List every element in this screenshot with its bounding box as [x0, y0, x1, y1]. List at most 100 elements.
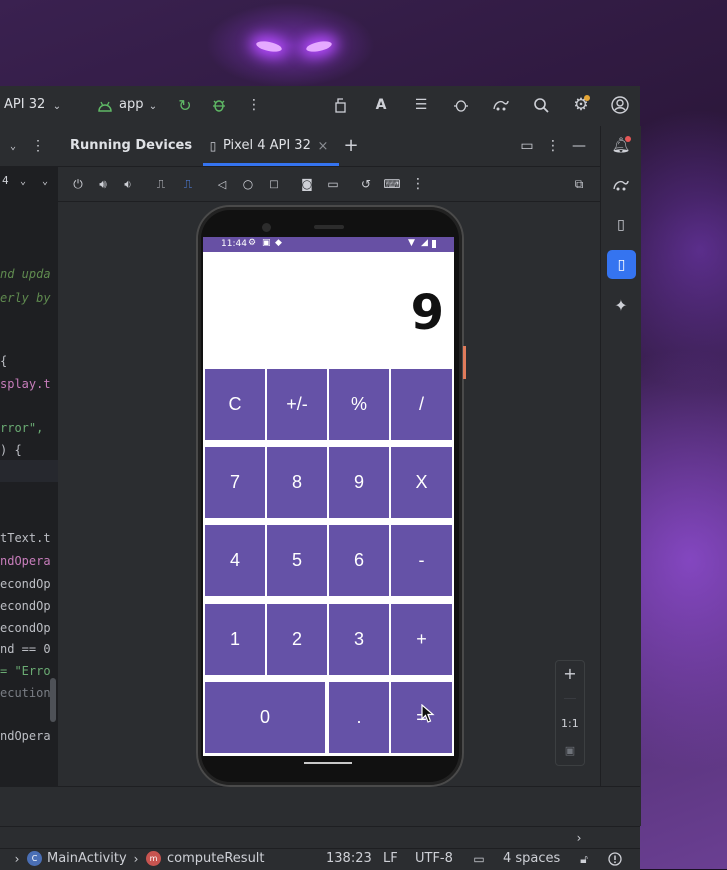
key-five-button[interactable]: 5 [267, 525, 327, 596]
running-devices-tabs: Running Devices ▯ Pixel 4 API 32 × + ▭ ⋮… [58, 126, 600, 167]
translate-icon[interactable]: A [372, 96, 390, 114]
zoom-in-icon[interactable]: + [561, 664, 579, 683]
close-tab-icon[interactable]: × [314, 137, 332, 155]
status-bar: › C MainActivity › m computeResult 138:2… [0, 848, 640, 870]
app-inspection-icon[interactable] [452, 96, 470, 114]
indent-setting[interactable]: 4 spaces [503, 851, 560, 866]
key-three-button[interactable]: 3 [329, 604, 389, 675]
key-two-button[interactable]: 2 [267, 604, 327, 675]
overview-icon[interactable]: □ [265, 175, 283, 193]
chevron-down-icon[interactable]: ⌄ [4, 137, 22, 155]
code-line: nd == 0 [0, 642, 51, 656]
device-manager-icon[interactable]: ▯ [612, 216, 630, 234]
rotate-left-icon[interactable]: ⎍ [152, 175, 170, 193]
key-six-button[interactable]: 6 [329, 525, 389, 596]
volume-up-icon[interactable]: 🔊︎ [94, 175, 112, 193]
run-config-selector[interactable]: app [119, 97, 143, 112]
key-percent-button[interactable]: % [329, 369, 389, 440]
bottom-panel [0, 786, 640, 827]
code-line: econdOp [0, 577, 51, 591]
profiler-icon[interactable] [332, 96, 350, 114]
code-editor[interactable]: ⌄ ⋮ 4 ⌄ ⌄ nd upda erly by {splay.t rror", )… [0, 126, 58, 826]
chevron-down-icon[interactable]: ⌄ [144, 97, 162, 115]
rerun-icon[interactable]: ↻ [176, 96, 194, 115]
window-layout-icon[interactable]: ▭ [518, 137, 536, 155]
chevron-right-icon: › [14, 852, 20, 866]
zoom-reset-button[interactable]: 1:1 [561, 717, 579, 730]
back-icon[interactable]: ◁ [213, 175, 231, 193]
key-one-button[interactable]: 1 [205, 604, 265, 675]
rotate-right-icon[interactable]: ⎍ [179, 175, 197, 193]
code-line: ) { [0, 443, 22, 457]
gemini-sparkle-icon[interactable]: ✦ [612, 296, 630, 315]
tab-pixel-4-api-32[interactable]: Pixel 4 API 32 [223, 138, 311, 153]
key-subtract-button[interactable]: - [391, 525, 452, 596]
volume-down-icon[interactable]: 🔉︎ [119, 175, 137, 193]
phone-side-button[interactable] [463, 346, 466, 379]
zoom-controls: + 1:1 ▣ [555, 660, 585, 766]
code-line: econdOp [0, 599, 51, 613]
comment-icon[interactable]: ▭ [470, 850, 488, 868]
active-tab-underline [203, 163, 339, 166]
device-frame-icon[interactable]: ⧉ [570, 175, 588, 193]
snapshot-icon[interactable]: ↺ [357, 175, 375, 193]
caret-position[interactable]: 138:23 [326, 851, 372, 866]
key-multiply-button[interactable]: X [391, 447, 452, 518]
chevron-down-icon[interactable]: ⌄ [14, 172, 32, 190]
file-encoding[interactable]: UTF-8 [415, 851, 453, 866]
minimize-icon[interactable]: — [570, 137, 588, 155]
editor-scrollbar-thumb[interactable] [50, 678, 56, 722]
home-icon[interactable]: ○ [239, 175, 257, 193]
code-line: { [0, 354, 8, 368]
key-toggle-sign-button[interactable]: +/- [267, 369, 327, 440]
key-zero-button[interactable]: 0 [205, 682, 325, 753]
extended-controls-icon[interactable]: ⌨ [383, 175, 401, 193]
main-toolbar: API 32 ⌄ app ⌄ ↻ ⋮ A ☰ ⚙ [0, 86, 640, 127]
code-line: tText.t [0, 531, 51, 545]
key-decimal-button[interactable]: . [329, 682, 389, 753]
screenshot-icon[interactable]: ◙ [298, 175, 316, 193]
gradle-sync-icon[interactable] [492, 96, 510, 114]
device-controls-toolbar: ⏻ 🔊︎ 🔉︎ ⎍ ⎍ ◁ ○ □ ◙ ▭ ↺ ⌨ ⋮ ⧉ [58, 167, 600, 202]
debug-icon[interactable] [210, 96, 228, 114]
breadcrumb-class[interactable]: MainActivity [47, 851, 127, 866]
screen-record-icon[interactable]: ▭ [324, 175, 342, 193]
method-icon: m [146, 851, 161, 866]
key-divide-button[interactable]: / [391, 369, 452, 440]
line-ending[interactable]: LF [383, 851, 398, 866]
notification-badge [625, 136, 631, 142]
power-icon[interactable]: ⏻ [69, 175, 87, 193]
chevron-down-icon[interactable]: ⌄ [36, 172, 54, 190]
key-eight-button[interactable]: 8 [267, 447, 327, 518]
problems-icon[interactable] [606, 850, 624, 868]
code-line: rror", [0, 421, 44, 435]
android-status-bar: 11:44 ⚙ ▣ ◆ ▼ ◢ [203, 237, 454, 252]
account-icon[interactable] [611, 96, 629, 114]
zoom-divider [564, 698, 576, 699]
running-devices-tool-button[interactable]: ▯ [607, 250, 636, 279]
chevron-down-icon[interactable]: ⌄ [48, 97, 66, 115]
key-add-button[interactable]: + [391, 604, 452, 675]
chevron-right-icon[interactable]: › [570, 829, 588, 847]
build-variants-icon[interactable]: ☰ [412, 96, 430, 114]
key-clear-button[interactable]: C [205, 369, 265, 440]
status-time: 11:44 [221, 239, 247, 249]
device-selector[interactable]: API 32 [4, 97, 45, 112]
emulator-screen[interactable]: 11:44 ⚙ ▣ ◆ ▼ ◢ 9 C+/-%/789X456-123+0.= [203, 237, 454, 756]
breadcrumb-method[interactable]: computeResult [167, 851, 265, 866]
key-four-button[interactable]: 4 [205, 525, 265, 596]
more-vertical-icon[interactable]: ⋮ [544, 137, 562, 155]
android-icon [96, 97, 114, 115]
more-vertical-icon[interactable]: ⋮ [29, 137, 47, 155]
key-nine-button[interactable]: 9 [329, 447, 389, 518]
gradle-icon[interactable] [612, 176, 630, 194]
add-device-icon[interactable]: + [342, 135, 360, 156]
key-seven-button[interactable]: 7 [205, 447, 265, 518]
search-icon[interactable] [532, 96, 550, 114]
more-vertical-icon[interactable]: ⋮ [409, 175, 427, 193]
zoom-fit-icon[interactable]: ▣ [561, 741, 579, 759]
code-line: splay.t [0, 377, 51, 391]
unlock-icon[interactable]: 🔓︎ [575, 850, 593, 868]
phone-camera [262, 223, 271, 232]
more-vertical-icon[interactable]: ⋮ [245, 96, 263, 114]
